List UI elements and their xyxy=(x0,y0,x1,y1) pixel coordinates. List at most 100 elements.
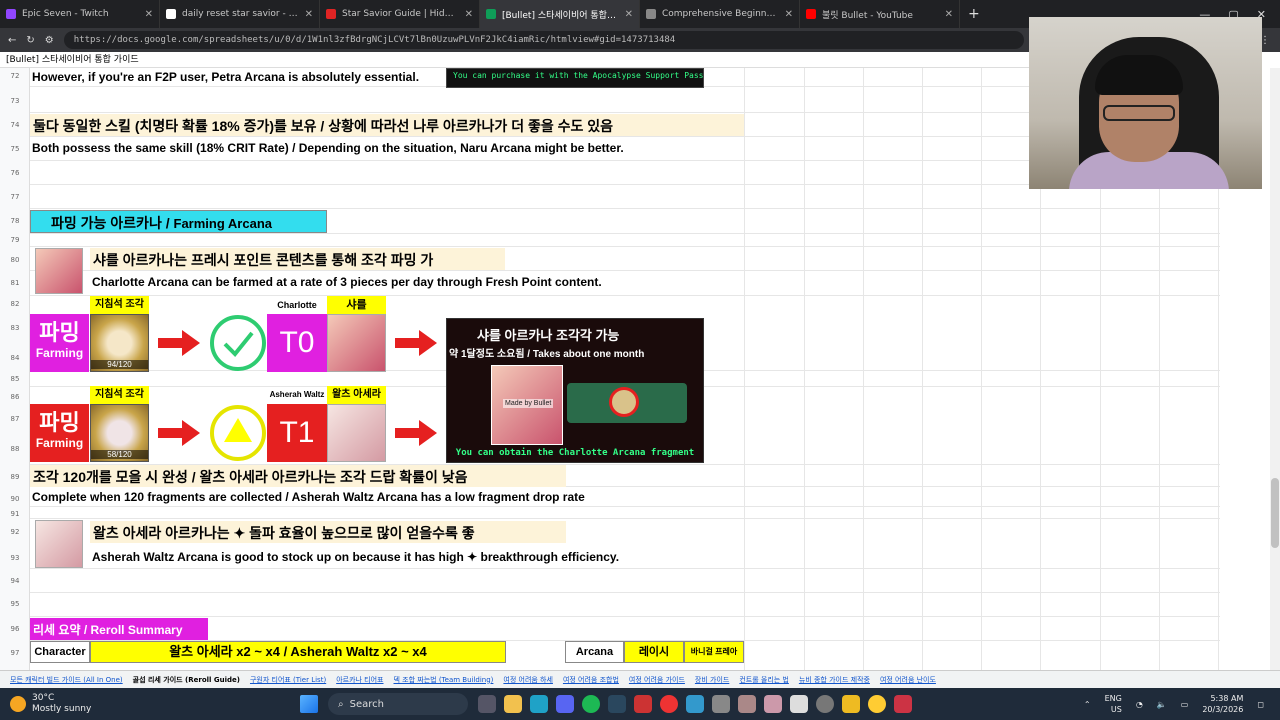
grid-line xyxy=(863,68,864,670)
checkmark-circle-icon xyxy=(210,315,266,371)
cell-r80: 샤를 아르카나는 프레시 포인트 콘텐츠를 통해 조각 파밍 가 xyxy=(90,248,505,270)
google-icon xyxy=(166,9,176,19)
label-charlotte-ko: 샤를 xyxy=(327,296,386,314)
taskbar-search[interactable]: ⌕ Search xyxy=(328,693,468,715)
label-shard-1: 지침석 조각 xyxy=(90,296,149,314)
system-tray: ⌃ ENG US ◔ 🔈 ▭ 5:38 AM 20/3/2026 ◻ xyxy=(1084,693,1280,715)
triangle-circle-icon xyxy=(210,405,266,461)
app-icon[interactable] xyxy=(868,695,886,713)
app-icon[interactable] xyxy=(660,695,678,713)
row-number: 77 xyxy=(10,193,20,201)
doc-title: [Bullet] 스타세이비어 통합 가이드 xyxy=(0,52,1030,68)
grid-line xyxy=(744,68,745,670)
chevron-up-icon[interactable]: ⌃ xyxy=(1084,700,1091,709)
sheet-tab[interactable]: 장비 가이드 xyxy=(695,675,729,685)
row-number: 81 xyxy=(10,279,20,287)
reload-icon[interactable]: ↻ xyxy=(26,35,34,46)
sheet-tab[interactable]: 구원자 티어표 (Tier List) xyxy=(250,675,326,685)
col-raisy: 레이시 xyxy=(624,641,684,663)
row-number: 95 xyxy=(10,600,20,608)
grid-line xyxy=(981,68,982,670)
tab-google-search[interactable]: daily reset star savior - Google Se✕ xyxy=(160,0,320,28)
sheet-tab[interactable]: 여정 어려움 가이드 xyxy=(629,675,685,685)
task-view-icon[interactable] xyxy=(478,695,496,713)
sheet-tab[interactable]: 여정 어려움 조합법 xyxy=(563,675,619,685)
close-icon[interactable]: ✕ xyxy=(305,9,313,20)
tab-twitch[interactable]: Epic Seven - Twitch ✕ xyxy=(0,0,160,28)
game-icon[interactable] xyxy=(790,695,808,713)
volume-icon[interactable]: 🔈 xyxy=(1157,700,1167,709)
game-icon[interactable] xyxy=(764,695,782,713)
cell-r90: Complete when 120 fragments are collecte… xyxy=(32,490,585,504)
youtube-icon xyxy=(806,9,816,19)
settings-icon[interactable] xyxy=(816,695,834,713)
close-icon[interactable]: ✕ xyxy=(625,9,633,20)
notification-icon[interactable]: ◻ xyxy=(1257,700,1264,709)
game-icon[interactable] xyxy=(738,695,756,713)
row-number: 86 xyxy=(10,393,20,401)
close-icon[interactable]: ✕ xyxy=(945,9,953,20)
twitch-icon xyxy=(6,9,16,19)
row-number: 93 xyxy=(10,554,20,562)
label-asherah: Asherah Waltz xyxy=(269,390,325,399)
webcam-overlay-image xyxy=(1029,17,1262,189)
url-input[interactable]: https://docs.google.com/spreadsheets/u/0… xyxy=(63,31,1024,49)
windows-start-icon[interactable] xyxy=(300,695,318,713)
sheet-tab[interactable]: 여정 어려움 하세 xyxy=(503,675,553,685)
asherah-portrait-image xyxy=(35,520,83,568)
wifi-icon[interactable]: ◔ xyxy=(1136,700,1143,709)
weather-widget[interactable]: 30°C Mostly sunny xyxy=(0,693,300,715)
back-icon[interactable]: ← xyxy=(8,35,16,46)
close-icon[interactable]: ✕ xyxy=(785,9,793,20)
tab-youtube[interactable]: 불릿 Bullet - YouTube ✕ xyxy=(800,0,960,28)
sheet-tab[interactable]: 여정 어려움 난이도 xyxy=(880,675,936,685)
app-icon[interactable] xyxy=(634,695,652,713)
sheets-icon xyxy=(486,9,496,19)
row-number: 76 xyxy=(10,169,20,177)
scrollbar-thumb[interactable] xyxy=(1271,478,1279,548)
right-arrow-icon xyxy=(395,330,437,356)
site-info-icon[interactable]: ⚙ xyxy=(45,35,54,46)
vertical-scrollbar[interactable] xyxy=(1270,68,1280,670)
grid-line xyxy=(922,68,923,670)
sun-icon xyxy=(10,696,26,712)
sheet-tab[interactable]: 덱 조합 짜는법 (Team Building) xyxy=(394,675,494,685)
label-charlotte: Charlotte xyxy=(277,300,317,310)
sheet-tab[interactable]: 아르카나 티어표 xyxy=(336,675,383,685)
row-number: 94 xyxy=(10,577,20,585)
steam-icon[interactable] xyxy=(608,695,626,713)
app-icon[interactable] xyxy=(686,695,704,713)
sheet-tab[interactable]: 모든 캐릭터 빌드 가이드 (All In One) xyxy=(10,675,123,685)
cell-r92: 왈츠 아세라 아르카나는 ✦ 돌파 효율이 높으므로 많이 얻을수록 좋 xyxy=(90,521,566,543)
battery-icon[interactable]: ▭ xyxy=(1181,700,1189,709)
taskbar-apps xyxy=(478,695,912,713)
app-icon[interactable] xyxy=(842,695,860,713)
shard-image-1: 94/120 xyxy=(90,314,149,372)
file-explorer-icon[interactable] xyxy=(504,695,522,713)
grid-line xyxy=(804,68,805,670)
row-number: 96 xyxy=(10,625,20,633)
spotify-icon[interactable] xyxy=(582,695,600,713)
grid-line xyxy=(30,233,1220,234)
sheet-tab[interactable]: 뉴비 종합 가이드 제작중 xyxy=(799,675,870,685)
app-icon[interactable] xyxy=(894,695,912,713)
app-icon[interactable] xyxy=(712,695,730,713)
close-icon[interactable]: ✕ xyxy=(465,9,473,20)
tab-hideout[interactable]: Star Savior Guide | Hideout Guides✕ xyxy=(320,0,480,28)
row-number: 79 xyxy=(10,236,20,244)
row-number: 75 xyxy=(10,145,20,153)
grid-line xyxy=(30,208,1220,209)
col-character: Character xyxy=(30,641,90,663)
sheet-tab-active[interactable]: 골섭 리세 가이드 (Reroll Guide) xyxy=(133,675,240,685)
close-icon[interactable]: ✕ xyxy=(145,9,153,20)
tab-beginner-guide[interactable]: Comprehensive Beginner Guide |✕ xyxy=(640,0,800,28)
language-indicator[interactable]: ENG US xyxy=(1105,693,1122,715)
menu-icon[interactable]: ⋮ xyxy=(1260,35,1280,46)
tab-sheets-guide[interactable]: [Bullet] 스타세이비어 통합 가이드✕ xyxy=(480,0,640,28)
discord-icon[interactable] xyxy=(556,695,574,713)
sheet-tab[interactable]: 컨트롤 올리는 법 xyxy=(739,675,789,685)
clock[interactable]: 5:38 AM 20/3/2026 xyxy=(1202,693,1243,715)
new-tab-icon[interactable]: + xyxy=(960,6,980,22)
edge-icon[interactable] xyxy=(530,695,548,713)
farming-badge-2: 파밍 Farming xyxy=(30,404,89,462)
